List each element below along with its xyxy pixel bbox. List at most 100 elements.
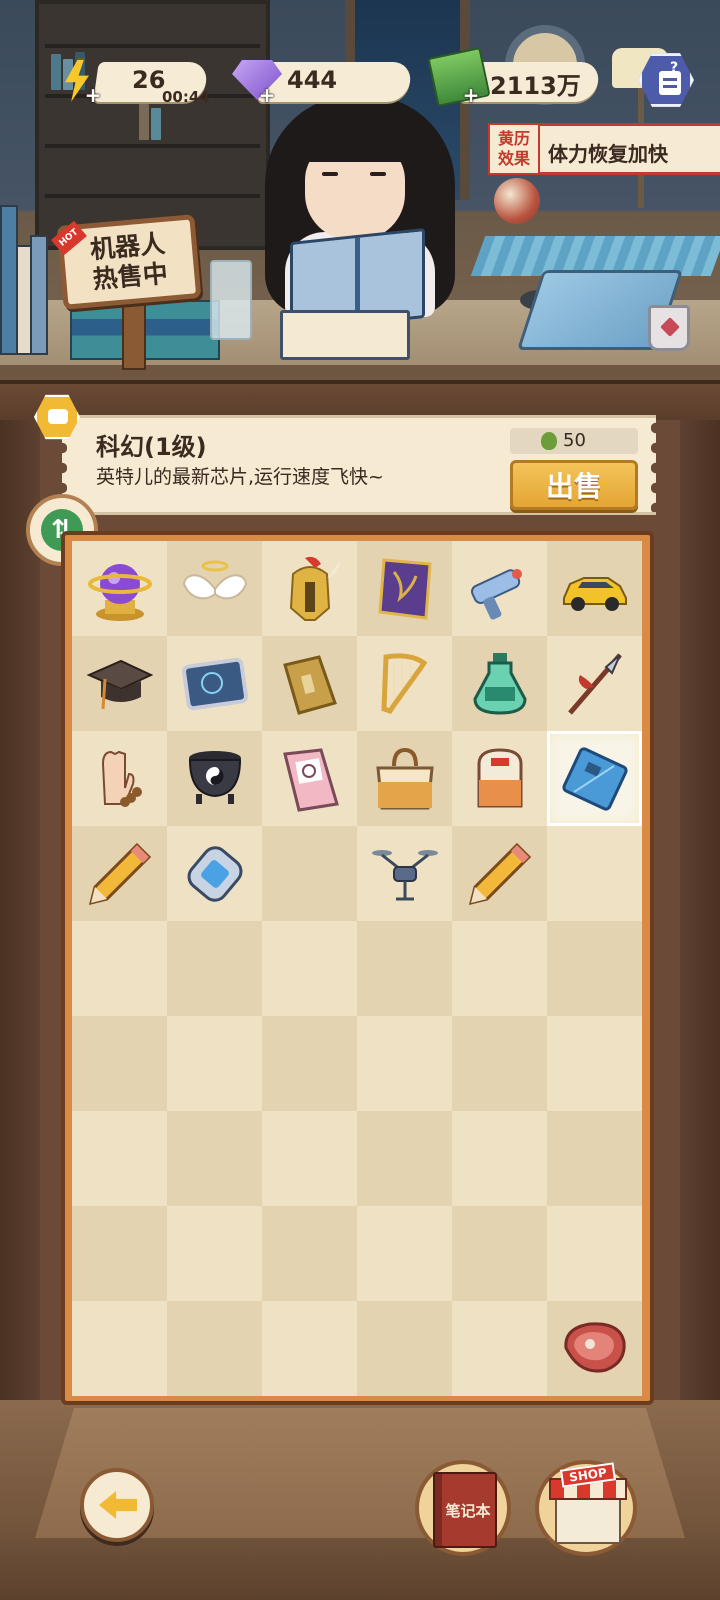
notebook-icon: 笔记本	[433, 1472, 497, 1548]
grid-cell[interactable]	[72, 1111, 167, 1206]
grid-cell[interactable]	[452, 1301, 547, 1396]
inventory-item[interactable]	[555, 1309, 634, 1388]
grid-cell[interactable]	[452, 826, 547, 921]
inventory-item[interactable]	[175, 739, 254, 818]
inventory-item[interactable]	[80, 739, 159, 818]
bookshelf	[35, 0, 270, 250]
grid-cell[interactable]	[547, 731, 642, 826]
drone-icon	[370, 839, 440, 909]
inventory-item[interactable]	[555, 644, 634, 723]
energy-plus-icon[interactable]: +	[84, 85, 102, 105]
inventory-item[interactable]	[555, 739, 634, 818]
inventory-item[interactable]	[175, 644, 254, 723]
inventory-item[interactable]	[80, 644, 159, 723]
grid-cell[interactable]	[72, 1206, 167, 1301]
grid-cell[interactable]	[357, 636, 452, 731]
grid-cell[interactable]	[72, 1016, 167, 1111]
grid-cell[interactable]	[167, 636, 262, 731]
grid-cell[interactable]	[452, 921, 547, 1016]
grid-cell[interactable]	[547, 1111, 642, 1206]
grid-cell[interactable]	[72, 826, 167, 921]
grid-cell[interactable]	[262, 1016, 357, 1111]
inventory-item[interactable]	[175, 549, 254, 628]
back-button[interactable]	[80, 1468, 154, 1542]
angel-wings-icon	[180, 554, 250, 624]
inventory-item[interactable]	[80, 834, 159, 913]
grid-cell[interactable]	[167, 921, 262, 1016]
grid-cell[interactable]	[262, 541, 357, 636]
inventory-item[interactable]	[460, 549, 539, 628]
heart-icon	[660, 317, 680, 337]
grid-cell[interactable]	[72, 1301, 167, 1396]
grid-cell[interactable]	[167, 731, 262, 826]
grid-cell[interactable]	[357, 541, 452, 636]
grid-cell[interactable]	[262, 921, 357, 1016]
money-plus-icon[interactable]: +	[462, 85, 480, 105]
inventory-item[interactable]	[270, 549, 349, 628]
inventory-item[interactable]	[365, 644, 444, 723]
grid-cell[interactable]	[262, 826, 357, 921]
grid-cell[interactable]	[167, 1206, 262, 1301]
inventory-item[interactable]	[80, 549, 159, 628]
inventory-item[interactable]	[270, 644, 349, 723]
grid-cell[interactable]	[547, 1301, 642, 1396]
grid-cell[interactable]	[167, 541, 262, 636]
grid-cell[interactable]	[262, 1301, 357, 1396]
inventory-item[interactable]	[460, 834, 539, 913]
inventory-item[interactable]	[365, 549, 444, 628]
grid-cell[interactable]	[357, 1111, 452, 1206]
grid-cell[interactable]	[72, 731, 167, 826]
grid-cell[interactable]	[357, 1206, 452, 1301]
inventory-item[interactable]	[365, 739, 444, 818]
grid-cell[interactable]	[452, 731, 547, 826]
inventory-item[interactable]	[365, 834, 444, 913]
grid-cell[interactable]	[547, 1206, 642, 1301]
grid-cell[interactable]	[452, 541, 547, 636]
grid-cell[interactable]	[547, 1016, 642, 1111]
inventory-item[interactable]	[460, 739, 539, 818]
grid-cell[interactable]	[167, 1301, 262, 1396]
grid-cell[interactable]	[357, 731, 452, 826]
graduation-cap-icon	[85, 649, 155, 719]
grid-cell[interactable]	[357, 921, 452, 1016]
shop-button[interactable]: SHOP	[535, 1460, 637, 1556]
grid-cell[interactable]	[547, 826, 642, 921]
grid-cell[interactable]	[357, 1016, 452, 1111]
grid-cell[interactable]	[452, 1111, 547, 1206]
back-arrow-icon	[99, 1491, 137, 1519]
grid-cell[interactable]	[357, 826, 452, 921]
grid-cell[interactable]	[357, 1301, 452, 1396]
grid-cell[interactable]	[72, 636, 167, 731]
golden-book-icon	[275, 649, 345, 719]
ball-decoration	[494, 178, 540, 224]
grid-cell[interactable]	[547, 921, 642, 1016]
gems-plus-icon[interactable]: +	[258, 85, 276, 105]
grid-cell[interactable]	[452, 1206, 547, 1301]
inventory-item[interactable]	[555, 549, 634, 628]
grid-cell[interactable]	[72, 921, 167, 1016]
notebook-button[interactable]: 笔记本	[415, 1460, 511, 1556]
grid-cell[interactable]	[547, 636, 642, 731]
sell-button[interactable]: 出售	[510, 460, 638, 510]
grid-cell[interactable]	[167, 1111, 262, 1206]
grid-cell[interactable]	[262, 1111, 357, 1206]
grid-cell[interactable]	[167, 1016, 262, 1111]
inventory-item[interactable]	[460, 644, 539, 723]
grid-cell[interactable]	[167, 826, 262, 921]
grid-cell[interactable]	[262, 731, 357, 826]
grid-cell[interactable]	[72, 541, 167, 636]
pencil-icon	[465, 839, 535, 909]
help-question-icon: ?	[670, 60, 679, 76]
inventory-item[interactable]	[175, 834, 254, 913]
grid-cell[interactable]	[547, 541, 642, 636]
handbag-icon	[370, 744, 440, 814]
harp-icon	[370, 649, 440, 719]
spear-icon	[560, 649, 630, 719]
inventory-item[interactable]	[270, 739, 349, 818]
grid-cell[interactable]	[262, 636, 357, 731]
grid-cell[interactable]	[262, 1206, 357, 1301]
almanac-effect-text: 体力恢复加快	[548, 142, 668, 166]
grid-cell[interactable]	[452, 1016, 547, 1111]
item-price: 50	[563, 430, 586, 451]
grid-cell[interactable]	[452, 636, 547, 731]
